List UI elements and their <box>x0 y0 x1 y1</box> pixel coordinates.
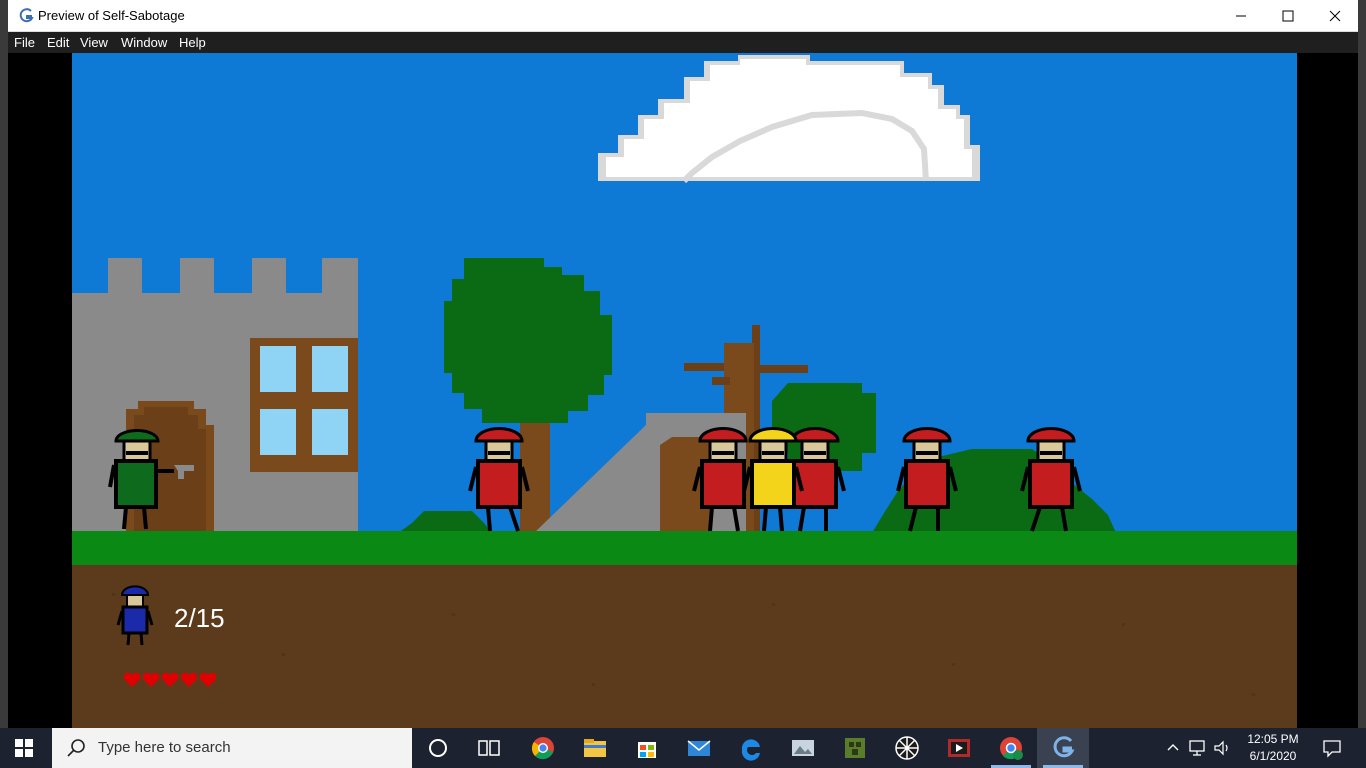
chevron-up-icon[interactable] <box>1166 741 1180 755</box>
minimize-button[interactable] <box>1218 0 1264 32</box>
enemy-counter: 2/15 <box>174 603 225 633</box>
menu-help[interactable]: Help <box>179 35 206 50</box>
menu-window[interactable]: Window <box>121 35 167 50</box>
network-icon[interactable] <box>1188 739 1208 757</box>
menu-edit[interactable]: Edit <box>47 35 69 50</box>
menu-view[interactable]: View <box>80 35 108 50</box>
video-icon[interactable] <box>945 734 973 762</box>
close-button[interactable] <box>1312 0 1358 32</box>
clock-date: 6/1/2020 <box>1249 749 1297 763</box>
menu-file[interactable]: File <box>14 35 35 50</box>
background-desktop-right <box>1358 0 1366 728</box>
gamemaker-icon[interactable] <box>1049 734 1077 762</box>
photos-icon[interactable] <box>789 734 817 762</box>
close-icon <box>1329 10 1341 22</box>
notifications-icon[interactable] <box>1322 738 1342 758</box>
minecraft-icon[interactable] <box>841 734 869 762</box>
store-icon[interactable] <box>633 734 661 762</box>
chrome-profile-icon[interactable] <box>997 734 1025 762</box>
clock[interactable]: 12:05 PM 6/1/2020 <box>1238 731 1308 765</box>
mail-icon[interactable] <box>685 734 713 762</box>
search-placeholder: Type here to search <box>98 739 231 756</box>
start-button[interactable] <box>0 728 48 768</box>
volume-icon[interactable] <box>1213 739 1233 757</box>
maximize-button[interactable] <box>1265 0 1311 32</box>
game-viewport[interactable]: 2/15 <box>72 53 1297 728</box>
windows-icon <box>15 739 33 757</box>
taskbar: Type here to search 12:05 PM 6/1/2020 <box>0 728 1366 768</box>
game-scene <box>72 53 1297 728</box>
task-view-icon[interactable] <box>475 734 503 762</box>
edge-icon[interactable] <box>737 734 765 762</box>
window-title: Preview of Self-Sabotage <box>38 8 185 23</box>
file-explorer-icon[interactable] <box>581 734 609 762</box>
maximize-icon <box>1282 10 1294 22</box>
cortana-icon[interactable] <box>424 734 452 762</box>
menu-bar: File Edit View Window Help <box>8 32 1358 53</box>
gamemaker-icon <box>19 8 34 23</box>
preview-window: Preview of Self-Sabotage File Edit View … <box>8 0 1358 728</box>
game-app-icon[interactable] <box>893 734 921 762</box>
title-bar[interactable]: Preview of Self-Sabotage <box>8 0 1358 32</box>
minimize-icon <box>1236 15 1246 17</box>
grass <box>72 531 1297 565</box>
dirt <box>72 565 1297 728</box>
search-box[interactable]: Type here to search <box>52 728 412 768</box>
search-icon <box>67 739 85 757</box>
chrome-icon[interactable] <box>529 734 557 762</box>
background-desktop-left <box>0 0 8 728</box>
clock-time: 12:05 PM <box>1247 732 1299 746</box>
